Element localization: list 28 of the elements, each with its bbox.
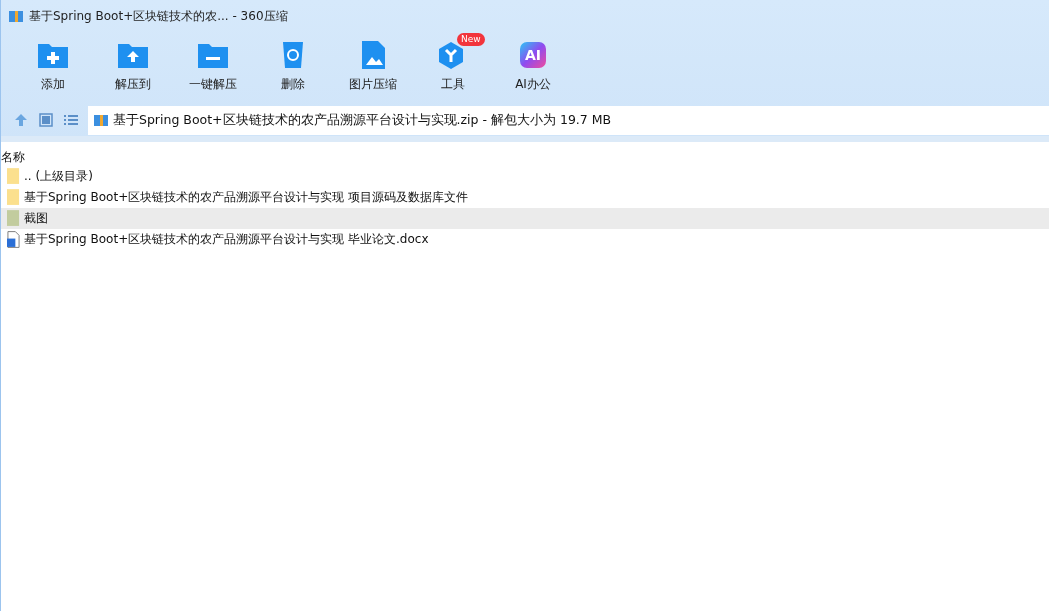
up-arrow-icon[interactable] bbox=[13, 112, 29, 128]
tools-button[interactable]: New 工具 bbox=[413, 32, 493, 104]
delete-button[interactable]: 删除 bbox=[253, 32, 333, 104]
new-badge: New bbox=[457, 33, 485, 46]
folder-icon bbox=[7, 210, 20, 227]
image-button[interactable]: 图片压缩 bbox=[333, 32, 413, 104]
window-title: 基于Spring Boot+区块链技术的农... - 360压缩 bbox=[29, 7, 288, 25]
column-header[interactable]: 名称 bbox=[1, 148, 25, 166]
file-row[interactable]: 截图 bbox=[1, 208, 1049, 229]
file-row[interactable]: 基于Spring Boot+区块链技术的农产品溯源平台设计与实现 毕业论文.docx bbox=[1, 229, 1049, 250]
ai-button[interactable]: AI AI办公 bbox=[493, 32, 573, 104]
thumbnail-view-icon[interactable] bbox=[38, 112, 54, 128]
folder-icon bbox=[7, 168, 20, 185]
ai-logo-icon: AI bbox=[520, 42, 546, 68]
word-document-icon bbox=[7, 231, 20, 248]
list-view-icon[interactable] bbox=[63, 112, 79, 128]
folder-plus-icon bbox=[37, 41, 69, 69]
folder-icon bbox=[7, 189, 20, 206]
file-row[interactable]: 基于Spring Boot+区块链技术的农产品溯源平台设计与实现 项目源码及数据库文件 bbox=[1, 187, 1049, 208]
archive-icon bbox=[8, 8, 24, 24]
add-button[interactable]: 添加 bbox=[13, 32, 93, 104]
address-field[interactable]: 基于Spring Boot+区块链技术的农产品溯源平台设计与实现.zip - 解包大小为 19.7 MB bbox=[88, 105, 1049, 135]
oneclick-button[interactable]: 一键解压 bbox=[173, 32, 253, 104]
folder-upload-icon bbox=[117, 41, 149, 69]
folder-minus-icon bbox=[197, 41, 229, 69]
extract-button[interactable]: 解压到 bbox=[93, 32, 173, 104]
file-row[interactable]: .. (上级目录) bbox=[1, 166, 1049, 187]
archive-icon bbox=[93, 112, 109, 128]
